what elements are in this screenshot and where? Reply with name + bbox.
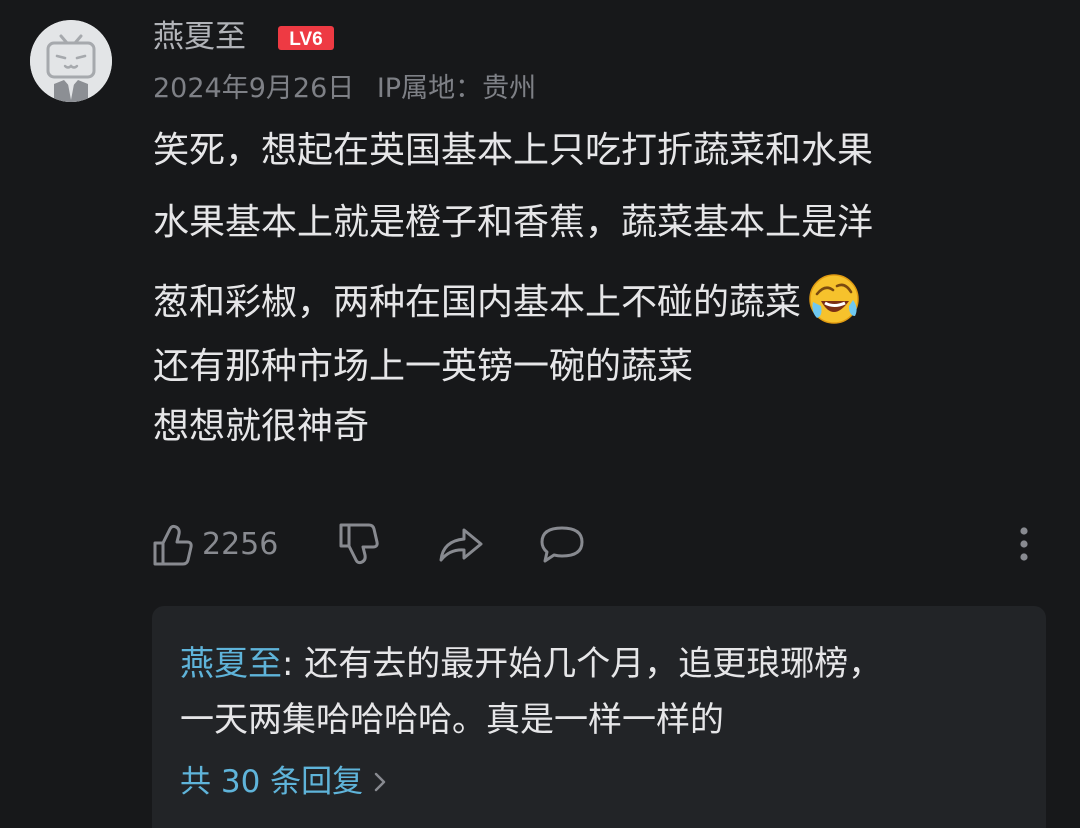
action-bar: 2256 (0, 516, 1080, 572)
comment-line-with-emoji: 葱和彩椒，两种在国内基本上不碰的蔬菜 (153, 272, 1023, 326)
more-options-button[interactable] (1008, 522, 1040, 568)
reply-text: 还有去的最开始几个月，追更琅琊榜， (304, 644, 883, 684)
comment-date: 2024年9月26日 (153, 73, 355, 104)
reply-username[interactable]: 燕夏至 (180, 644, 282, 684)
comment-line: 想想就很神奇 (153, 406, 370, 447)
more-vertical-icon (1020, 527, 1028, 561)
comment-page: 燕夏至 LV6 2024年9月26日 IP属地：贵州 笑死，想起在英国基本上只吃… (0, 0, 1080, 828)
thumbs-down-icon (339, 523, 379, 565)
avatar[interactable] (30, 20, 112, 102)
comment-meta: 2024年9月26日 IP属地：贵州 (153, 70, 536, 108)
share-arrow-icon (439, 528, 483, 562)
laughing-crying-emoji (809, 274, 859, 324)
username[interactable]: 燕夏至 (153, 16, 246, 58)
comment-line: 笑死，想起在英国基本上只吃打折蔬菜和水果 (153, 130, 874, 171)
level-badge-text: LV6 (289, 29, 322, 50)
view-replies-link[interactable]: 共 30 条回复 (180, 760, 1018, 804)
like-button[interactable]: 2256 (152, 522, 292, 568)
comment-line: 水果基本上就是橙子和香蕉，蔬菜基本上是洋 (153, 202, 874, 243)
reply-line: 一天两集哈哈哈哈。真是一样一样的 (180, 700, 724, 740)
comment-bubble-icon (540, 526, 584, 563)
ip-location: IP属地：贵州 (376, 73, 537, 104)
dislike-button[interactable] (338, 522, 384, 568)
chevron-right-icon (374, 772, 386, 792)
level-badge: LV6 (278, 26, 334, 50)
bilibili-tv-avatar-icon (30, 20, 112, 102)
share-button[interactable] (438, 522, 484, 568)
comment-line: 葱和彩椒，两种在国内基本上不碰的蔬菜 (153, 282, 802, 323)
view-replies-label: 共 30 条回复 (180, 764, 364, 800)
thumbs-up-icon (153, 524, 193, 566)
comment-body: 笑死，想起在英国基本上只吃打折蔬菜和水果 水果基本上就是橙子和香蕉，蔬菜基本上是… (153, 128, 1023, 450)
reply-separator: : (282, 644, 305, 684)
comment-button[interactable] (538, 522, 586, 568)
like-count: 2256 (202, 527, 279, 562)
reply-line: 燕夏至: 还有去的最开始几个月，追更琅琊榜， (180, 636, 1018, 692)
reply-preview[interactable]: 燕夏至: 还有去的最开始几个月，追更琅琊榜， 一天两集哈哈哈哈。真是一样一样的 … (152, 606, 1046, 828)
comment-line: 还有那种市场上一英镑一碗的蔬菜 (153, 346, 694, 387)
